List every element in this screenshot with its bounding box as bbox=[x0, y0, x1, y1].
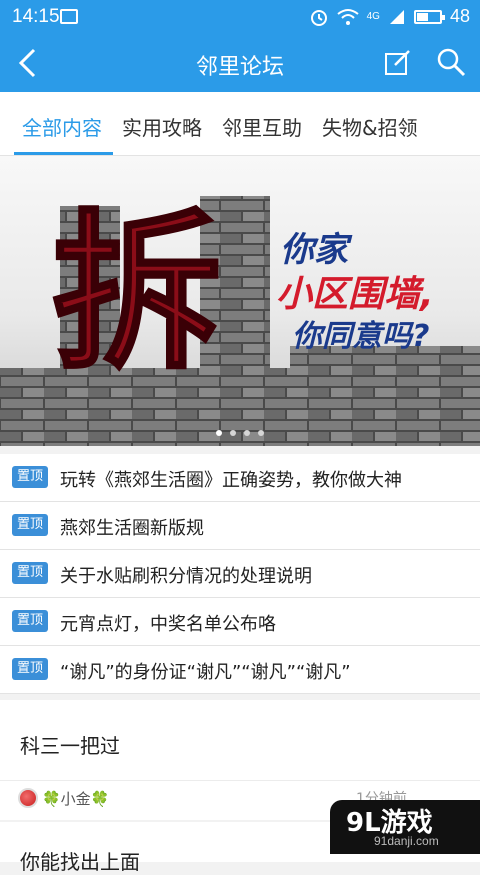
tab-mutual-help[interactable]: 邻里互助 bbox=[222, 112, 302, 141]
pinned-title: 玩转《燕郊生活圈》正确姿势，教你做大神 bbox=[60, 470, 402, 491]
banner-line-2: 小区围墙, bbox=[276, 274, 434, 315]
post-title: 科三一把过 bbox=[20, 734, 120, 758]
app-header: 邻里论坛 bbox=[0, 34, 480, 92]
pinned-badge: 置顶 bbox=[12, 466, 48, 488]
banner-line-3: 你同意吗? bbox=[292, 319, 429, 354]
network-label: 4G bbox=[366, 11, 380, 22]
pinned-list: 置顶 玩转《燕郊生活圈》正确姿势，教你做大神 置顶 燕郊生活圈新版规 置顶 关于… bbox=[0, 454, 480, 694]
active-tab-indicator bbox=[14, 152, 113, 155]
carousel-dots bbox=[0, 430, 480, 436]
pinned-item[interactable]: 置顶 玩转《燕郊生活圈》正确姿势，教你做大神 bbox=[0, 454, 480, 502]
banner-line-1: 你家 bbox=[280, 230, 353, 270]
pinned-title: “谢凡”的身份证“谢凡”“谢凡”“谢凡” bbox=[60, 662, 351, 683]
pinned-title: 元宵点灯，中奖名单公布咯 bbox=[60, 614, 276, 635]
banner-carousel[interactable]: 拆 你家 小区围墙, 你同意吗? bbox=[0, 156, 480, 446]
carousel-dot[interactable] bbox=[216, 430, 222, 436]
carousel-dot[interactable] bbox=[244, 430, 250, 436]
edit-icon[interactable] bbox=[384, 48, 412, 76]
wifi-icon bbox=[337, 8, 359, 25]
search-icon[interactable] bbox=[436, 47, 466, 77]
post-title: 你能找出上面 bbox=[20, 850, 140, 874]
carousel-dot[interactable] bbox=[258, 430, 264, 436]
status-icons: 4G 48 bbox=[309, 6, 470, 27]
category-tabs: 全部内容 实用攻略 邻里互助 失物&招领 bbox=[0, 92, 480, 156]
tab-all[interactable]: 全部内容 bbox=[22, 112, 102, 141]
tab-tips[interactable]: 实用攻略 bbox=[122, 112, 202, 141]
image-icon bbox=[60, 9, 78, 24]
pinned-badge: 置顶 bbox=[12, 562, 48, 584]
pinned-badge: 置顶 bbox=[12, 514, 48, 536]
banner-image: 拆 你家 小区围墙, 你同意吗? bbox=[0, 194, 480, 446]
pinned-item[interactable]: 置顶 “谢凡”的身份证“谢凡”“谢凡”“谢凡” bbox=[0, 646, 480, 694]
post-author[interactable]: 🍀小金🍀 bbox=[42, 788, 109, 809]
tab-lost-found[interactable]: 失物&招领 bbox=[322, 112, 418, 141]
pinned-item[interactable]: 置顶 关于水贴刷积分情况的处理说明 bbox=[0, 550, 480, 598]
signal-icon bbox=[389, 9, 404, 24]
banner-big-char: 拆 bbox=[52, 195, 222, 393]
carousel-dot[interactable] bbox=[230, 430, 236, 436]
battery-level bbox=[416, 12, 429, 21]
status-bar: 14:15 4G 48 bbox=[0, 0, 480, 34]
battery-icon bbox=[413, 9, 445, 24]
pinned-title: 关于水贴刷积分情况的处理说明 bbox=[60, 566, 312, 587]
alarm-icon bbox=[310, 9, 327, 26]
avatar[interactable] bbox=[18, 788, 38, 808]
pinned-item[interactable]: 置顶 元宵点灯，中奖名单公布咯 bbox=[0, 598, 480, 646]
watermark-site: 91danji.com bbox=[374, 834, 439, 848]
status-time: 14:15 bbox=[12, 6, 60, 27]
battery-percent: 48 bbox=[449, 6, 470, 26]
pinned-badge: 置顶 bbox=[12, 610, 48, 632]
pinned-badge: 置顶 bbox=[12, 658, 48, 680]
pinned-item[interactable]: 置顶 燕郊生活圈新版规 bbox=[0, 502, 480, 550]
site-watermark: 9L游戏 91danji.com bbox=[330, 800, 480, 854]
pinned-title: 燕郊生活圈新版规 bbox=[60, 518, 204, 539]
